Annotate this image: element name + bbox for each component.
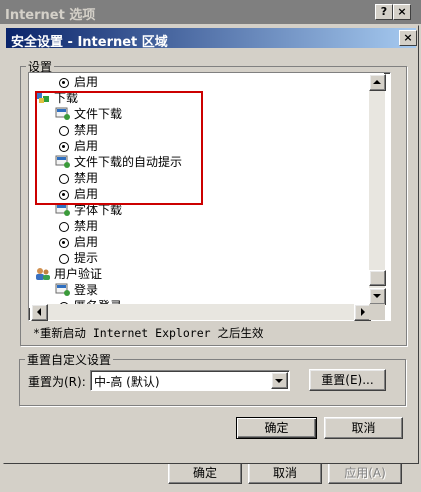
tree-vertical-scrollbar[interactable] xyxy=(369,74,386,305)
tree-row-label: 登录 xyxy=(74,283,99,297)
reset-level-value: 中-高 (默认) xyxy=(94,375,160,389)
scroll-down-button[interactable] xyxy=(369,288,386,305)
tree-row-label: 启用 xyxy=(74,75,99,89)
tree-row-font-download-enable[interactable]: 启用 xyxy=(59,234,98,250)
restart-note: *重新启动 Internet Explorer 之后生效 xyxy=(33,326,264,340)
close-icon: × xyxy=(397,5,407,18)
tree-row-font-download-disable[interactable]: 禁用 xyxy=(59,218,98,234)
reset-level-select[interactable]: 中-高 (默认) xyxy=(90,370,290,391)
internet-options-title: Internet 选项 xyxy=(5,8,96,23)
scroll-corner xyxy=(369,304,385,320)
tree-row-label: 用户验证 xyxy=(54,267,103,281)
radio-unchecked-icon[interactable] xyxy=(59,254,69,264)
arrow-left-icon xyxy=(37,308,41,316)
close-icon: × xyxy=(403,31,413,44)
tree-row-label: 禁用 xyxy=(74,219,99,233)
internet-options-title-bar: Internet 选项 ? × xyxy=(0,0,421,24)
tree-row-user-auth[interactable]: 用户验证 xyxy=(35,266,102,282)
reset-button[interactable]: 重置(E)... xyxy=(309,369,386,391)
tree-row-font-download-prompt[interactable]: 提示 xyxy=(59,250,98,266)
parent-cancel-button[interactable]: 取消 xyxy=(248,462,322,484)
tree-row-logon[interactable]: 登录 xyxy=(55,282,98,298)
dialog-title: 安全设置 - Internet 区域 xyxy=(11,35,168,50)
parent-apply-button: 应用(A) xyxy=(328,462,402,484)
users-icon xyxy=(35,267,51,285)
scroll-left-button[interactable] xyxy=(31,304,48,321)
dialog-title-bar: 安全设置 - Internet 区域 × xyxy=(6,28,417,50)
reset-level-dropdown-button[interactable] xyxy=(271,372,288,389)
reset-to-label: 重置为(R): xyxy=(28,375,86,389)
chevron-down-icon xyxy=(275,379,283,383)
help-button[interactable]: ? xyxy=(375,4,393,20)
radio-checked-icon[interactable] xyxy=(59,78,69,88)
tree-row-label: 启用 xyxy=(74,235,99,249)
arrow-up-icon xyxy=(373,80,381,84)
arrow-down-icon xyxy=(373,294,381,298)
tree-horizontal-scrollbar[interactable] xyxy=(31,304,371,321)
radio-checked-icon[interactable] xyxy=(59,238,69,248)
tree-row-label: 字体下载 xyxy=(74,203,123,217)
ok-button[interactable]: 确定 xyxy=(236,417,317,439)
help-icon: ? xyxy=(380,5,388,18)
parent-close-button[interactable]: × xyxy=(393,4,411,20)
dialog-close-button[interactable]: × xyxy=(399,30,417,46)
arrow-right-icon xyxy=(361,308,365,316)
tree-row-prev-enable[interactable]: 启用 xyxy=(59,74,98,90)
parent-ok-button[interactable]: 确定 xyxy=(168,462,242,484)
radio-unchecked-icon[interactable] xyxy=(59,222,69,232)
cancel-button[interactable]: 取消 xyxy=(324,417,403,439)
scroll-thumb[interactable] xyxy=(369,270,386,286)
tree-row-label: 提示 xyxy=(74,251,99,265)
reset-group-label: 重置自定义设置 xyxy=(25,351,114,368)
download-highlight-box xyxy=(35,91,203,205)
scroll-up-button[interactable] xyxy=(369,74,386,91)
